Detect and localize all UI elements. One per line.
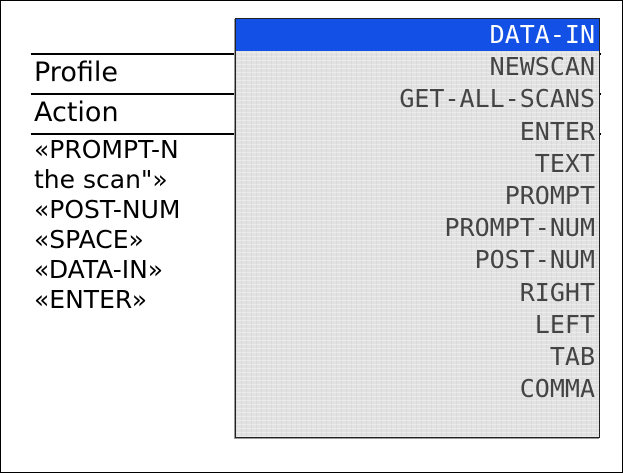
- action-sequence[interactable]: «PROMPT-N the scan"» «POST-NUM «SPACE» «…: [34, 135, 180, 315]
- menu-item-prompt-num[interactable]: PROMPT-NUM: [236, 212, 599, 244]
- menu-item-comma[interactable]: COMMA: [236, 373, 599, 405]
- menu-item-prompt[interactable]: PROMPT: [236, 180, 599, 212]
- menu-item-enter[interactable]: ENTER: [236, 116, 599, 148]
- action-dropdown-menu[interactable]: DATA-IN NEWSCAN GET-ALL-SCANS ENTER TEXT…: [235, 18, 600, 438]
- menu-item-data-in[interactable]: DATA-IN: [236, 19, 599, 52]
- action-line: «PROMPT-N: [34, 135, 179, 164]
- action-line: «POST-NUM: [34, 195, 181, 224]
- action-line: «DATA-IN»: [34, 255, 164, 284]
- menu-item-post-num[interactable]: POST-NUM: [236, 244, 599, 276]
- menu-item-newscan[interactable]: NEWSCAN: [236, 51, 599, 83]
- menu-item-left[interactable]: LEFT: [236, 309, 599, 341]
- menu-item-right[interactable]: RIGHT: [236, 277, 599, 309]
- action-line: «SPACE»: [34, 225, 144, 254]
- device-screen: Seria Profile Action «PROMPT-N the scan"…: [0, 0, 623, 473]
- menu-item-tab[interactable]: TAB: [236, 341, 599, 373]
- menu-item-get-all-scans[interactable]: GET-ALL-SCANS: [236, 83, 599, 115]
- action-line: «ENTER»: [34, 285, 148, 314]
- action-label: Action: [34, 97, 119, 128]
- profile-label: Profile: [34, 57, 118, 88]
- action-line: the scan"»: [34, 165, 168, 194]
- menu-item-text[interactable]: TEXT: [236, 148, 599, 180]
